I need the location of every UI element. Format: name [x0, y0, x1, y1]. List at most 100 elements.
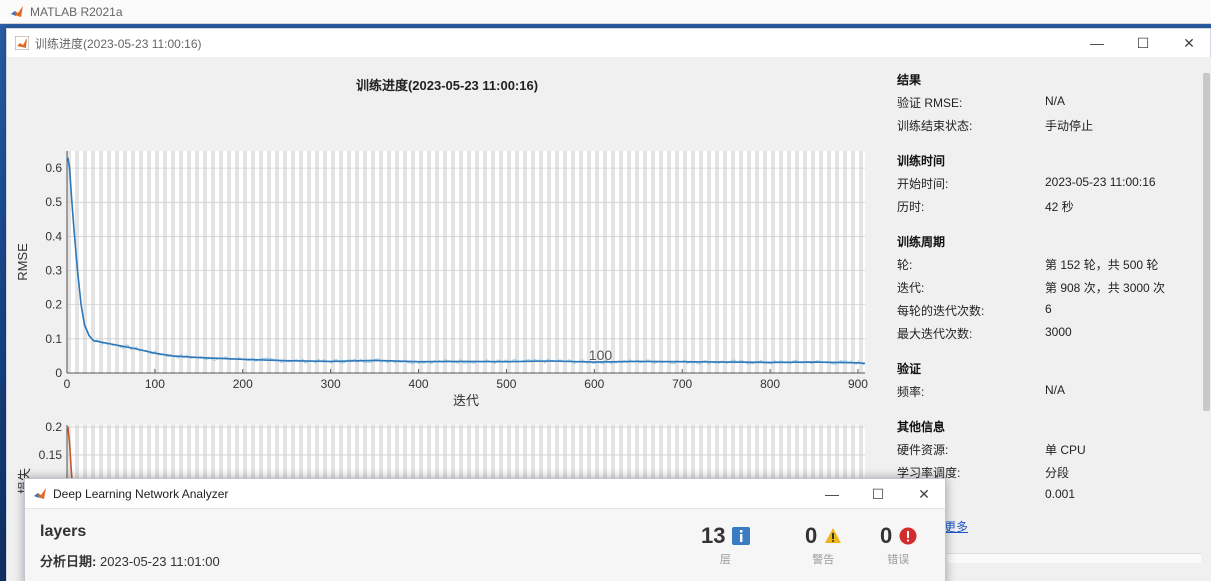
epoch-stripe	[315, 151, 319, 373]
epoch-stripe	[475, 151, 479, 373]
epoch-stripe	[787, 151, 791, 373]
analyzer-titlebar[interactable]: Deep Learning Network Analyzer	[25, 479, 945, 509]
epoch-stripe	[707, 151, 711, 373]
close-button[interactable]: ✕	[901, 479, 947, 509]
info-key: 每轮的迭代次数:	[897, 304, 985, 318]
epoch-stripe	[627, 151, 631, 373]
maximize-button[interactable]: ☐	[855, 479, 901, 509]
info-value: 第 152 轮，共 500 轮	[1045, 258, 1159, 272]
errors-label: 错误	[887, 554, 910, 566]
info-row: 训练结束状态: 手动停止	[897, 117, 1197, 140]
epoch-stripe	[851, 151, 855, 373]
y-tick-label: 0.5	[45, 195, 62, 209]
epoch-stripe	[339, 151, 343, 373]
minimize-button[interactable]: —	[1074, 29, 1120, 57]
epoch-stripe	[155, 151, 159, 373]
epoch-stripe	[723, 151, 727, 373]
more-link[interactable]: 更多	[944, 518, 968, 535]
epoch-stripe	[755, 151, 759, 373]
analysis-date-value: 2023-05-23 11:01:00	[99, 554, 220, 569]
time-group: 训练时间 开始时间: 2023-05-23 11:00:16 历时: 42 秒	[897, 152, 1197, 221]
maximize-button[interactable]: ☐	[1120, 29, 1166, 57]
epoch-stripe	[83, 151, 87, 373]
epoch-stripe	[691, 151, 695, 373]
epoch-stripe	[587, 151, 591, 373]
epoch-stripe	[387, 151, 391, 373]
warnings-label: 警告	[812, 554, 835, 566]
epoch-stripe	[795, 151, 799, 373]
epoch-stripe	[347, 151, 351, 373]
training-window-title: 训练进度(2023-05-23 11:00:16)	[35, 36, 202, 51]
x-tick-label: 700	[672, 377, 692, 391]
epoch-stripe	[371, 151, 375, 373]
info-key: 频率:	[897, 385, 925, 399]
scrollbar-thumb[interactable]	[1203, 73, 1210, 411]
epoch-stripe	[139, 151, 143, 373]
y-tick-label: 0.6	[45, 161, 62, 175]
info-key: 迭代:	[897, 281, 925, 295]
epoch-stripe	[115, 151, 119, 373]
info-row: 迭代: 第 908 次，共 3000 次	[897, 279, 1197, 302]
x-tick-label: 800	[760, 377, 780, 391]
info-row: 频率: N/A	[897, 383, 1197, 406]
close-button[interactable]: ✕	[1166, 29, 1211, 57]
info-key: 验证 RMSE:	[897, 96, 963, 110]
epoch-stripe	[203, 151, 207, 373]
epoch-stripe	[675, 151, 679, 373]
y-axis-label: RMSE	[15, 243, 30, 281]
x-tick-label: 300	[321, 377, 341, 391]
epoch-stripe	[483, 151, 487, 373]
epoch-stripe	[827, 151, 831, 373]
epoch-stripe	[555, 151, 559, 373]
epoch-stripe	[811, 151, 815, 373]
y-tick-label: 0	[55, 366, 62, 380]
epoch-stripe	[699, 151, 703, 373]
epoch-stripe	[571, 151, 575, 373]
epoch-stripe	[459, 151, 463, 373]
epoch-stripe	[195, 151, 199, 373]
epoch-stripe	[763, 151, 767, 373]
epoch-stripe	[275, 151, 279, 373]
epoch-stripe	[467, 151, 471, 373]
epoch-stripe	[131, 151, 135, 373]
info-row: 轮: 第 152 轮，共 500 轮	[897, 256, 1197, 279]
epoch-stripe	[251, 151, 255, 373]
info-value: 42 秒	[1045, 200, 1074, 214]
epoch-stripe	[123, 151, 127, 373]
analysis-date-label: 分析日期:	[40, 554, 97, 569]
info-value: 第 908 次，共 3000 次	[1045, 281, 1166, 295]
epoch-stripe	[187, 151, 191, 373]
epoch-stripe	[355, 151, 359, 373]
epoch-stripe	[859, 151, 863, 373]
epoch-stripe	[579, 151, 583, 373]
epoch-stripe	[779, 151, 783, 373]
info-value: 分段	[1045, 466, 1070, 480]
epoch-stripe	[211, 151, 215, 373]
validation-group: 验证 频率: N/A	[897, 360, 1197, 406]
epoch-stripe	[547, 151, 551, 373]
epoch-stripe	[563, 151, 567, 373]
epoch-stripe	[515, 151, 519, 373]
info-row: 开始时间: 2023-05-23 11:00:16	[897, 175, 1197, 198]
epoch-stripe	[107, 151, 111, 373]
epoch-stripe	[451, 151, 455, 373]
info-key: 训练结束状态:	[897, 119, 973, 133]
layers-count: 13	[701, 523, 726, 548]
horizontal-scrollbar[interactable]	[947, 553, 1201, 563]
info-value: 单 CPU	[1045, 443, 1086, 457]
errors-count: 0	[880, 523, 893, 548]
loss-y-tick-label: 0.15	[39, 448, 63, 462]
info-key: 轮:	[897, 258, 913, 272]
vertical-scrollbar[interactable]	[1201, 71, 1211, 554]
training-window-titlebar[interactable]: 训练进度(2023-05-23 11:00:16)	[7, 29, 1210, 57]
epoch-stripe	[403, 151, 407, 373]
epoch-stripe	[331, 151, 335, 373]
layers-label: 层	[719, 554, 731, 566]
epoch-stripe	[219, 151, 223, 373]
info-value: 6	[1045, 302, 1052, 316]
epoch-stripe	[531, 151, 535, 373]
minimize-button[interactable]: —	[809, 479, 855, 509]
info-value: N/A	[1045, 94, 1066, 108]
info-row: 每轮的迭代次数: 6	[897, 302, 1197, 325]
epoch-stripe	[523, 151, 527, 373]
